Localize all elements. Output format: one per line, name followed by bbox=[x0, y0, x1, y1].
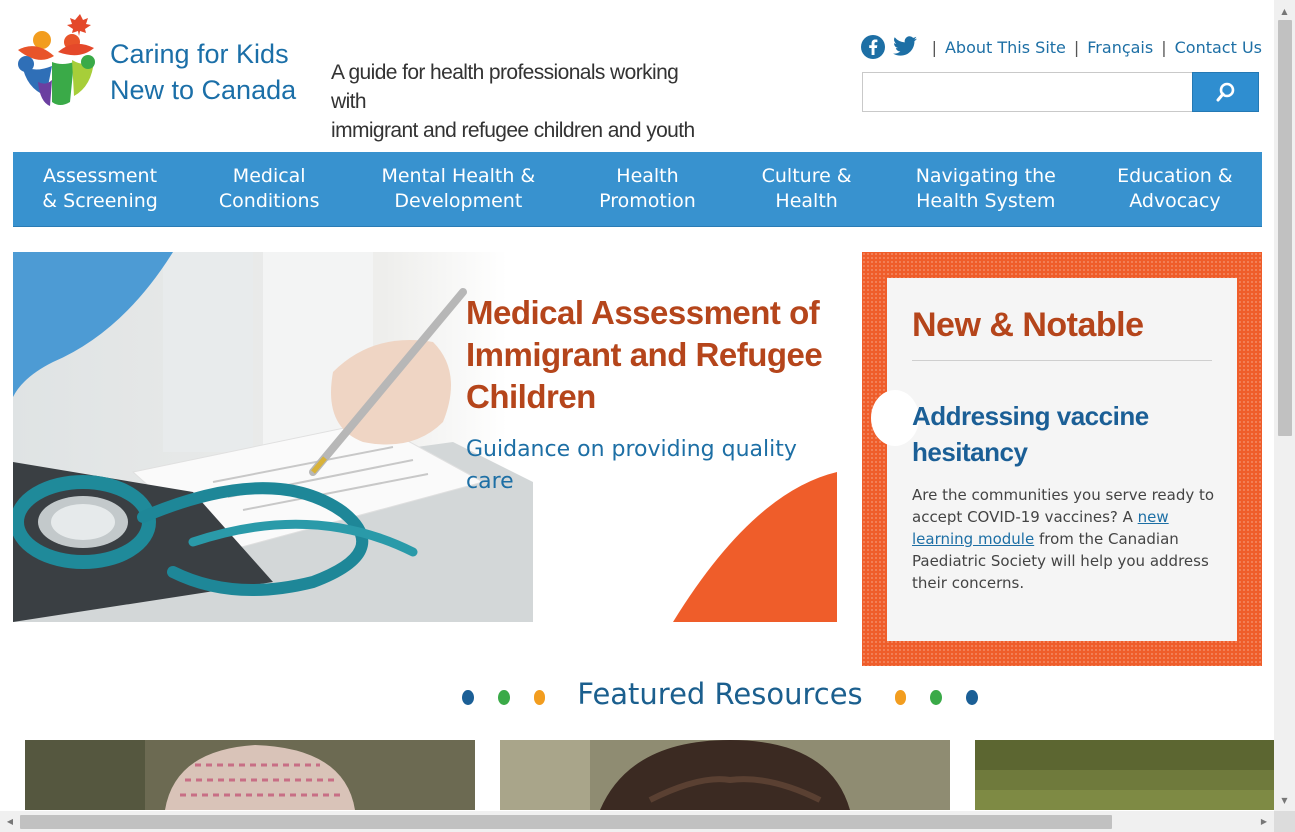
utility-separator: | bbox=[1073, 37, 1080, 57]
featured-resource-image[interactable] bbox=[500, 740, 950, 810]
hero-subtitle: Guidance on providing quality care bbox=[466, 437, 797, 494]
nav-item-label: Education & Advocacy bbox=[1117, 165, 1233, 212]
child-hat-photo bbox=[25, 740, 475, 810]
divider bbox=[912, 360, 1212, 361]
about-link[interactable]: About This Site bbox=[945, 38, 1066, 57]
decorative-dot bbox=[894, 689, 907, 705]
horizontal-scroll-thumb[interactable] bbox=[20, 815, 1112, 829]
nav-item-education-advocacy[interactable]: Education & Advocacy bbox=[1088, 152, 1262, 226]
notable-headline[interactable]: Addressing vaccine hesitancy bbox=[912, 398, 1217, 470]
vertical-scrollbar[interactable]: ▲ ▼ bbox=[1274, 0, 1295, 811]
nav-item-assessment-screening[interactable]: Assessment & Screening bbox=[13, 152, 187, 226]
decorative-dot bbox=[930, 689, 943, 705]
nav-item-mental-health[interactable]: Mental Health & Development bbox=[351, 152, 565, 226]
tagline-line-1: A guide for health professionals working bbox=[331, 61, 679, 84]
main-nav: Assessment & Screening Medical Condition… bbox=[13, 152, 1262, 227]
nav-item-label: Medical Conditions bbox=[218, 165, 320, 212]
nav-item-label: Health Promotion bbox=[599, 165, 696, 212]
nav-item-medical-conditions[interactable]: Medical Conditions bbox=[187, 152, 351, 226]
francais-link[interactable]: Français bbox=[1087, 38, 1153, 57]
nav-item-label: Mental Health & Development bbox=[381, 165, 536, 212]
search-form bbox=[862, 72, 1259, 112]
featured-resource-image[interactable] bbox=[975, 740, 1274, 810]
search-input[interactable] bbox=[862, 72, 1194, 112]
scrollbar-corner bbox=[1274, 811, 1295, 832]
vertical-scroll-thumb[interactable] bbox=[1278, 20, 1292, 436]
nav-item-label: Culture & Health bbox=[761, 165, 852, 212]
hero-banner[interactable]: Medical Assessment of Immigrant and Refu… bbox=[13, 252, 837, 622]
search-icon bbox=[1216, 82, 1234, 102]
notable-body: Are the communities you serve ready to a… bbox=[912, 484, 1217, 594]
decorative-dot bbox=[462, 689, 474, 705]
logo-figures-icon bbox=[18, 14, 95, 106]
new-notable-panel: New & Notable Addressing vaccine hesitan… bbox=[862, 252, 1262, 666]
featured-resources-heading: Featured Resources bbox=[577, 677, 863, 711]
new-notable-card: New & Notable Addressing vaccine hesitan… bbox=[871, 278, 1237, 641]
tagline-line-2: with bbox=[331, 90, 367, 113]
facebook-icon[interactable] bbox=[860, 34, 886, 60]
nav-item-health-promotion[interactable]: Health Promotion bbox=[565, 152, 729, 226]
scroll-down-icon[interactable]: ▼ bbox=[1274, 792, 1295, 808]
nav-item-label: Navigating the Health System bbox=[915, 165, 1056, 212]
nav-item-navigating-health-system[interactable]: Navigating the Health System bbox=[884, 152, 1088, 226]
decorative-dot bbox=[497, 689, 510, 705]
tagline-line-3: immigrant and refugee children and youth bbox=[331, 119, 695, 142]
logo-line-2: New to Canada bbox=[110, 75, 297, 105]
logo-text: Caring for Kids New to Canada bbox=[110, 36, 296, 108]
search-button[interactable] bbox=[1192, 72, 1259, 112]
twitter-icon[interactable] bbox=[892, 34, 918, 60]
horizontal-scrollbar[interactable]: ◀ ▶ bbox=[0, 811, 1274, 832]
new-notable-heading: New & Notable bbox=[912, 306, 1144, 344]
scroll-left-icon[interactable]: ◀ bbox=[2, 811, 18, 832]
hero-title[interactable]: Medical Assessment of Immigrant and Refu… bbox=[466, 292, 826, 418]
utility-separator: | bbox=[931, 37, 937, 57]
notable-body-text: Are the communities you serve ready to a… bbox=[912, 486, 1215, 526]
scroll-up-icon[interactable]: ▲ bbox=[1274, 3, 1295, 19]
nav-item-label: Assessment & Screening bbox=[42, 165, 158, 212]
nav-item-culture-health[interactable]: Culture & Health bbox=[730, 152, 884, 226]
featured-resource-image[interactable] bbox=[25, 740, 475, 810]
site-tagline: A guide for health professionals working… bbox=[331, 58, 731, 145]
logo-line-1: Caring for Kids bbox=[110, 39, 289, 69]
utility-links: | About This Site | Français | Contact U… bbox=[860, 34, 1262, 60]
outdoor-photo bbox=[975, 740, 1274, 810]
child-portrait-photo bbox=[500, 740, 950, 810]
decorative-dot bbox=[533, 689, 546, 705]
decorative-dot bbox=[966, 689, 979, 705]
featured-resources-header: Featured Resources bbox=[450, 672, 990, 716]
contact-link[interactable]: Contact Us bbox=[1175, 38, 1262, 57]
site-logo[interactable]: Caring for Kids New to Canada bbox=[12, 12, 312, 112]
utility-separator: | bbox=[1161, 37, 1167, 57]
scroll-right-icon[interactable]: ▶ bbox=[1256, 811, 1272, 832]
